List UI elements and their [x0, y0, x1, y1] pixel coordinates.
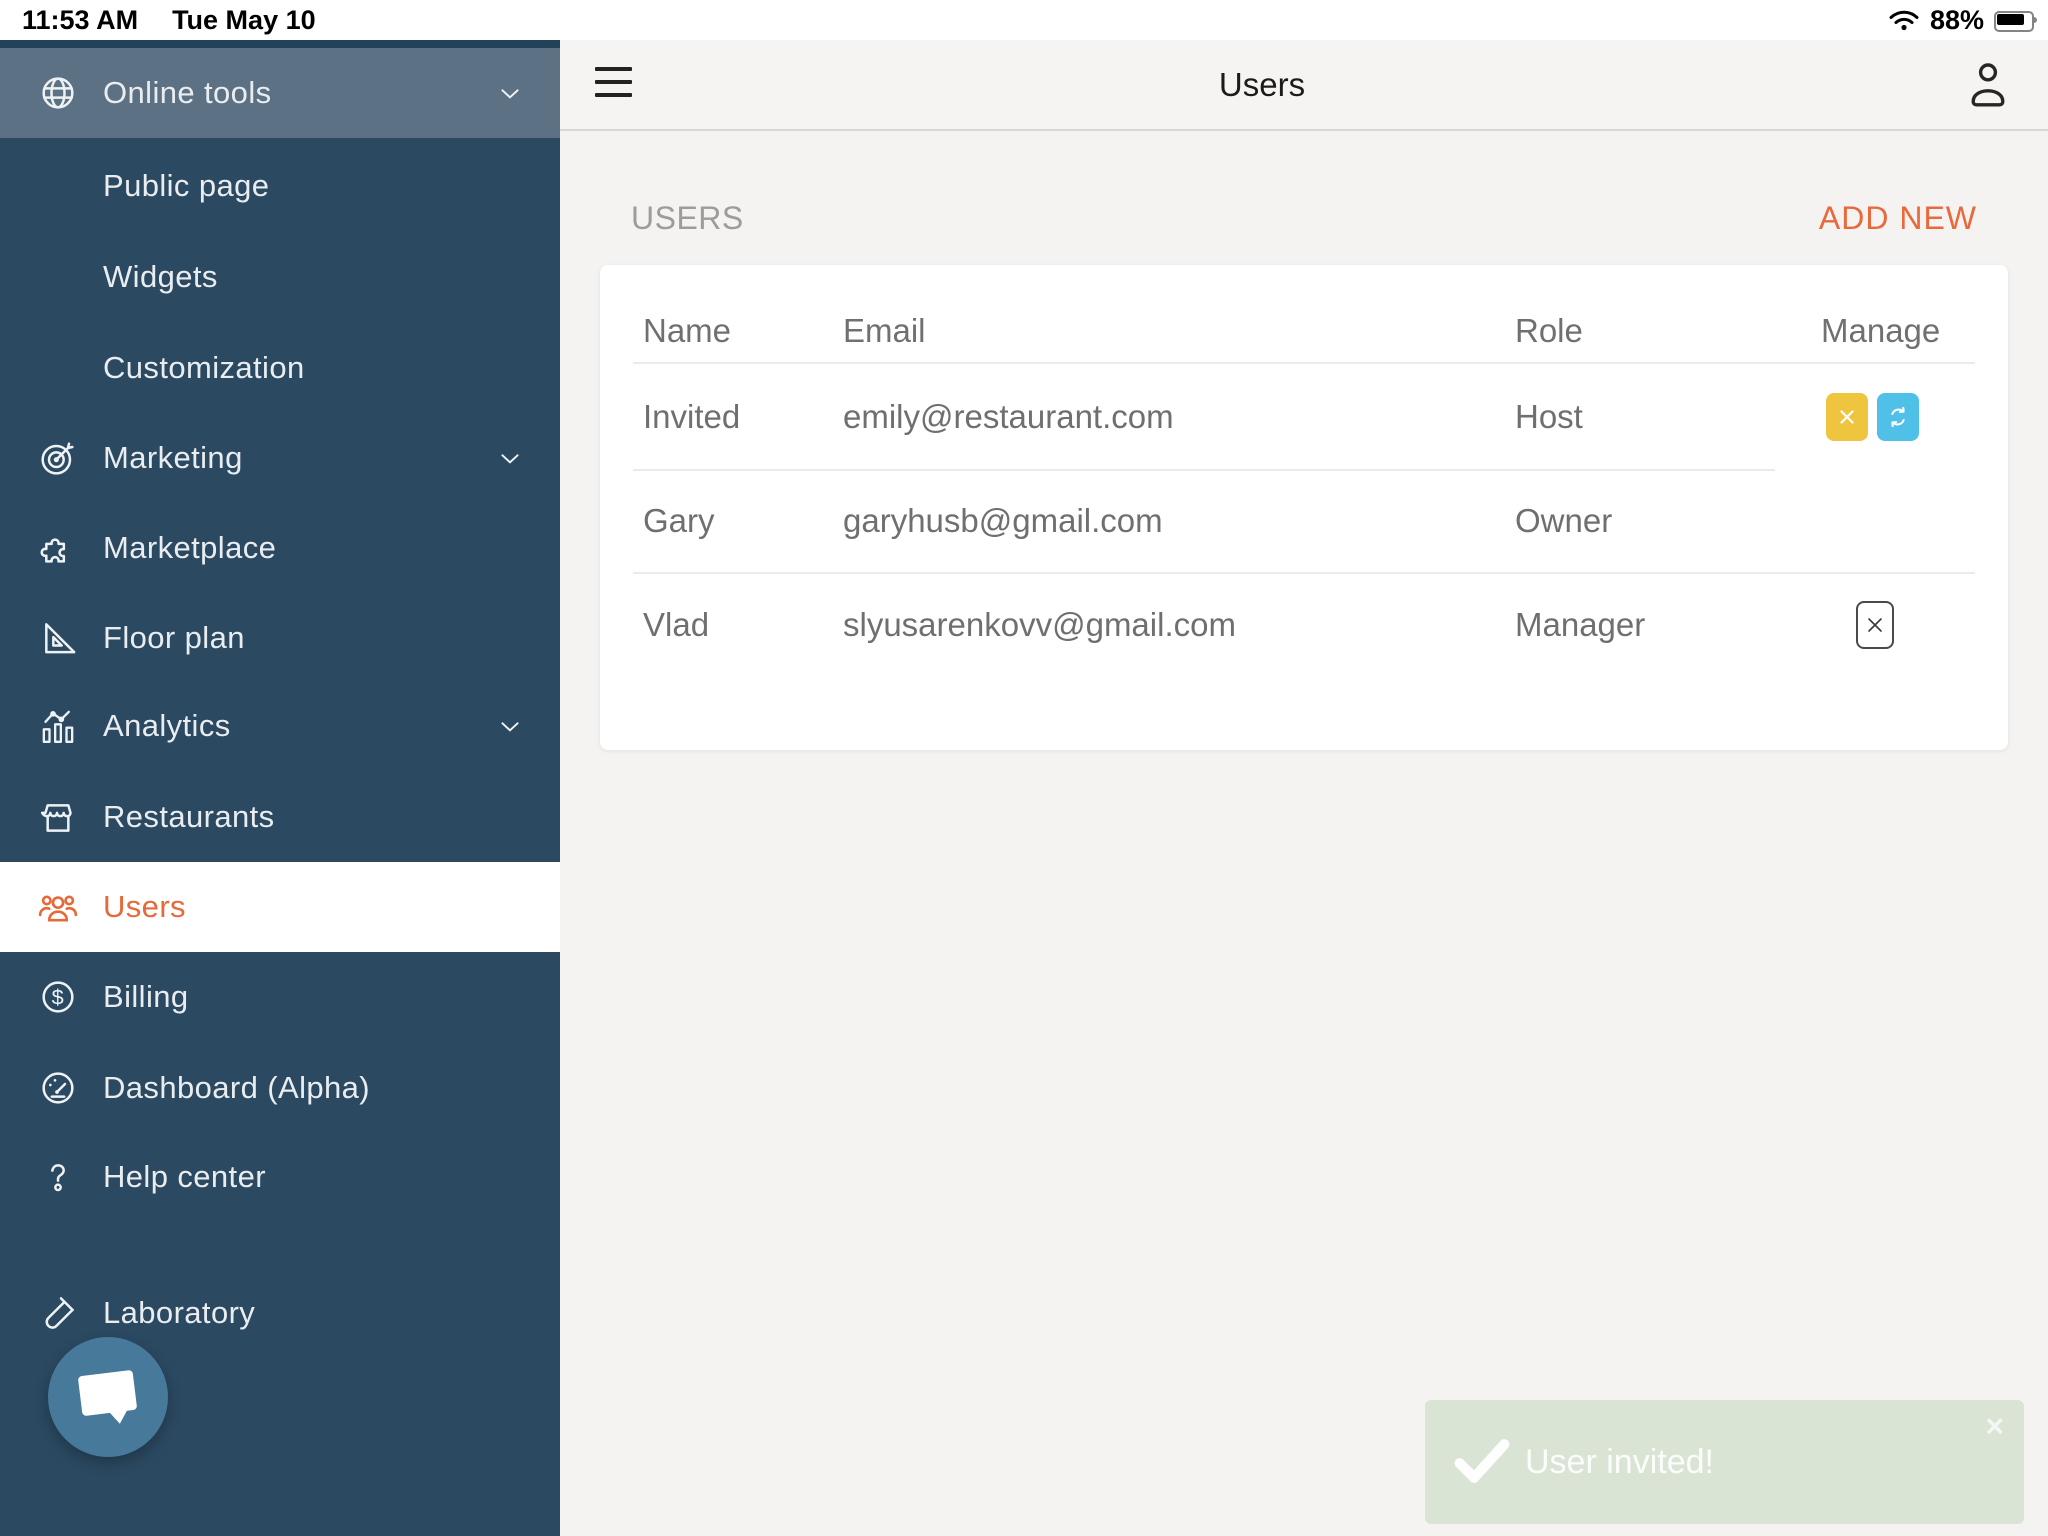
- wifi-icon: [1888, 8, 1920, 32]
- table-row: Invited emily@restaurant.com Host: [600, 397, 2008, 437]
- status-date: Tue May 10: [172, 4, 316, 35]
- storefront-icon: [36, 795, 80, 839]
- battery-percent: 88%: [1929, 4, 1984, 35]
- cell-name: Gary: [643, 502, 715, 539]
- remove-user-button[interactable]: [1856, 601, 1894, 649]
- add-new-button[interactable]: ADD NEW: [1819, 196, 1977, 240]
- divider: [633, 572, 1975, 574]
- chat-button[interactable]: [48, 1337, 168, 1457]
- cell-name: Vlad: [643, 606, 710, 643]
- cell-name: Invited: [643, 398, 741, 435]
- status-time: 11:53 AM: [22, 4, 139, 35]
- cell-email: emily@restaurant.com: [843, 398, 1174, 435]
- sidebar-item-restaurants[interactable]: Restaurants: [0, 772, 560, 862]
- table-row: Gary garyhusb@gmail.com Owner: [600, 501, 2008, 541]
- header-role: Role: [1515, 312, 1583, 349]
- sidebar-item-customization[interactable]: Customization: [0, 323, 560, 413]
- table-row: Vlad slyusarenkovv@gmail.com Manager: [600, 605, 2008, 645]
- resend-invite-button[interactable]: [1877, 393, 1919, 441]
- users-icon: [36, 885, 80, 929]
- svg-text:$: $: [52, 985, 65, 1010]
- toast-message: User invited!: [1525, 1443, 1714, 1481]
- header-name: Name: [643, 312, 732, 349]
- sidebar-item-dashboard-alpha[interactable]: Dashboard (Alpha): [0, 1043, 560, 1133]
- sidebar-item-users[interactable]: Users: [0, 862, 560, 952]
- section-header: USERS ADD NEW: [560, 196, 2048, 240]
- cancel-invite-button[interactable]: [1826, 393, 1868, 441]
- sidebar-item-widgets[interactable]: Widgets: [0, 232, 560, 322]
- users-card: Name Email Role Manage Invited emily@res…: [600, 265, 2008, 750]
- header-manage: Manage: [1821, 312, 1941, 349]
- sidebar-item-label: Users: [103, 889, 186, 924]
- top-bar: Users: [560, 40, 2048, 131]
- check-icon: [1453, 1434, 1511, 1488]
- section-title: USERS: [631, 200, 744, 236]
- sidebar-item-label: Public page: [103, 168, 270, 203]
- account-icon[interactable]: [1964, 58, 2012, 110]
- sidebar-item-billing[interactable]: $ Billing: [0, 952, 560, 1042]
- cell-email: slyusarenkovv@gmail.com: [843, 606, 1236, 643]
- toast-success: User invited! ×: [1425, 1400, 2024, 1524]
- chevron-down-icon: [497, 713, 523, 739]
- sidebar-item-public-page[interactable]: Public page: [0, 141, 560, 231]
- x-icon: [1836, 406, 1858, 428]
- set-square-icon: [36, 616, 80, 660]
- sidebar-item-floor-plan[interactable]: Floor plan: [0, 593, 560, 683]
- cell-role: Owner: [1515, 502, 1613, 539]
- chevron-down-icon: [497, 445, 523, 471]
- cell-role: Manager: [1515, 606, 1646, 643]
- header-email: Email: [843, 312, 926, 349]
- dollar-icon: $: [36, 975, 80, 1019]
- test-tube-icon: [36, 1291, 80, 1335]
- screen: 11:53 AM Tue May 10 88% Online tools Pub…: [0, 0, 2048, 1536]
- status-bar: 11:53 AM Tue May 10 88%: [0, 0, 2048, 40]
- sidebar-item-analytics[interactable]: Analytics: [0, 681, 560, 771]
- chat-bubble-icon: [77, 1369, 138, 1417]
- table-header-row: Name Email Role Manage: [600, 311, 2008, 351]
- sidebar: Online tools Public page Widgets Customi…: [0, 40, 560, 1536]
- sidebar-item-online-tools[interactable]: Online tools: [0, 48, 560, 138]
- toast-close-icon[interactable]: ×: [1985, 1408, 2004, 1445]
- battery-icon: [1994, 9, 2040, 32]
- sidebar-item-label: Analytics: [103, 708, 231, 743]
- cell-role: Host: [1515, 398, 1583, 435]
- question-icon: [36, 1155, 80, 1199]
- sidebar-item-help-center[interactable]: Help center: [0, 1132, 560, 1222]
- refresh-icon: [1885, 404, 1911, 430]
- page-title: Users: [1218, 66, 1306, 103]
- gauge-icon: [36, 1066, 80, 1110]
- sidebar-item-marketplace[interactable]: Marketplace: [0, 503, 560, 593]
- target-icon: [36, 436, 80, 480]
- divider: [633, 362, 1975, 364]
- sidebar-item-label: Billing: [103, 979, 189, 1014]
- puzzle-icon: [36, 526, 80, 570]
- sidebar-item-label: Widgets: [103, 259, 218, 294]
- bar-chart-icon: [36, 704, 80, 748]
- divider: [633, 469, 1775, 471]
- main-content: Users USERS ADD NEW Name Email Role Mana…: [560, 40, 2048, 1536]
- sidebar-item-marketing[interactable]: Marketing: [0, 413, 560, 503]
- x-icon: [1863, 613, 1887, 637]
- cell-email: garyhusb@gmail.com: [843, 502, 1163, 539]
- chevron-down-icon: [497, 80, 523, 106]
- sidebar-item-label: Customization: [103, 350, 305, 385]
- globe-icon: [36, 71, 80, 115]
